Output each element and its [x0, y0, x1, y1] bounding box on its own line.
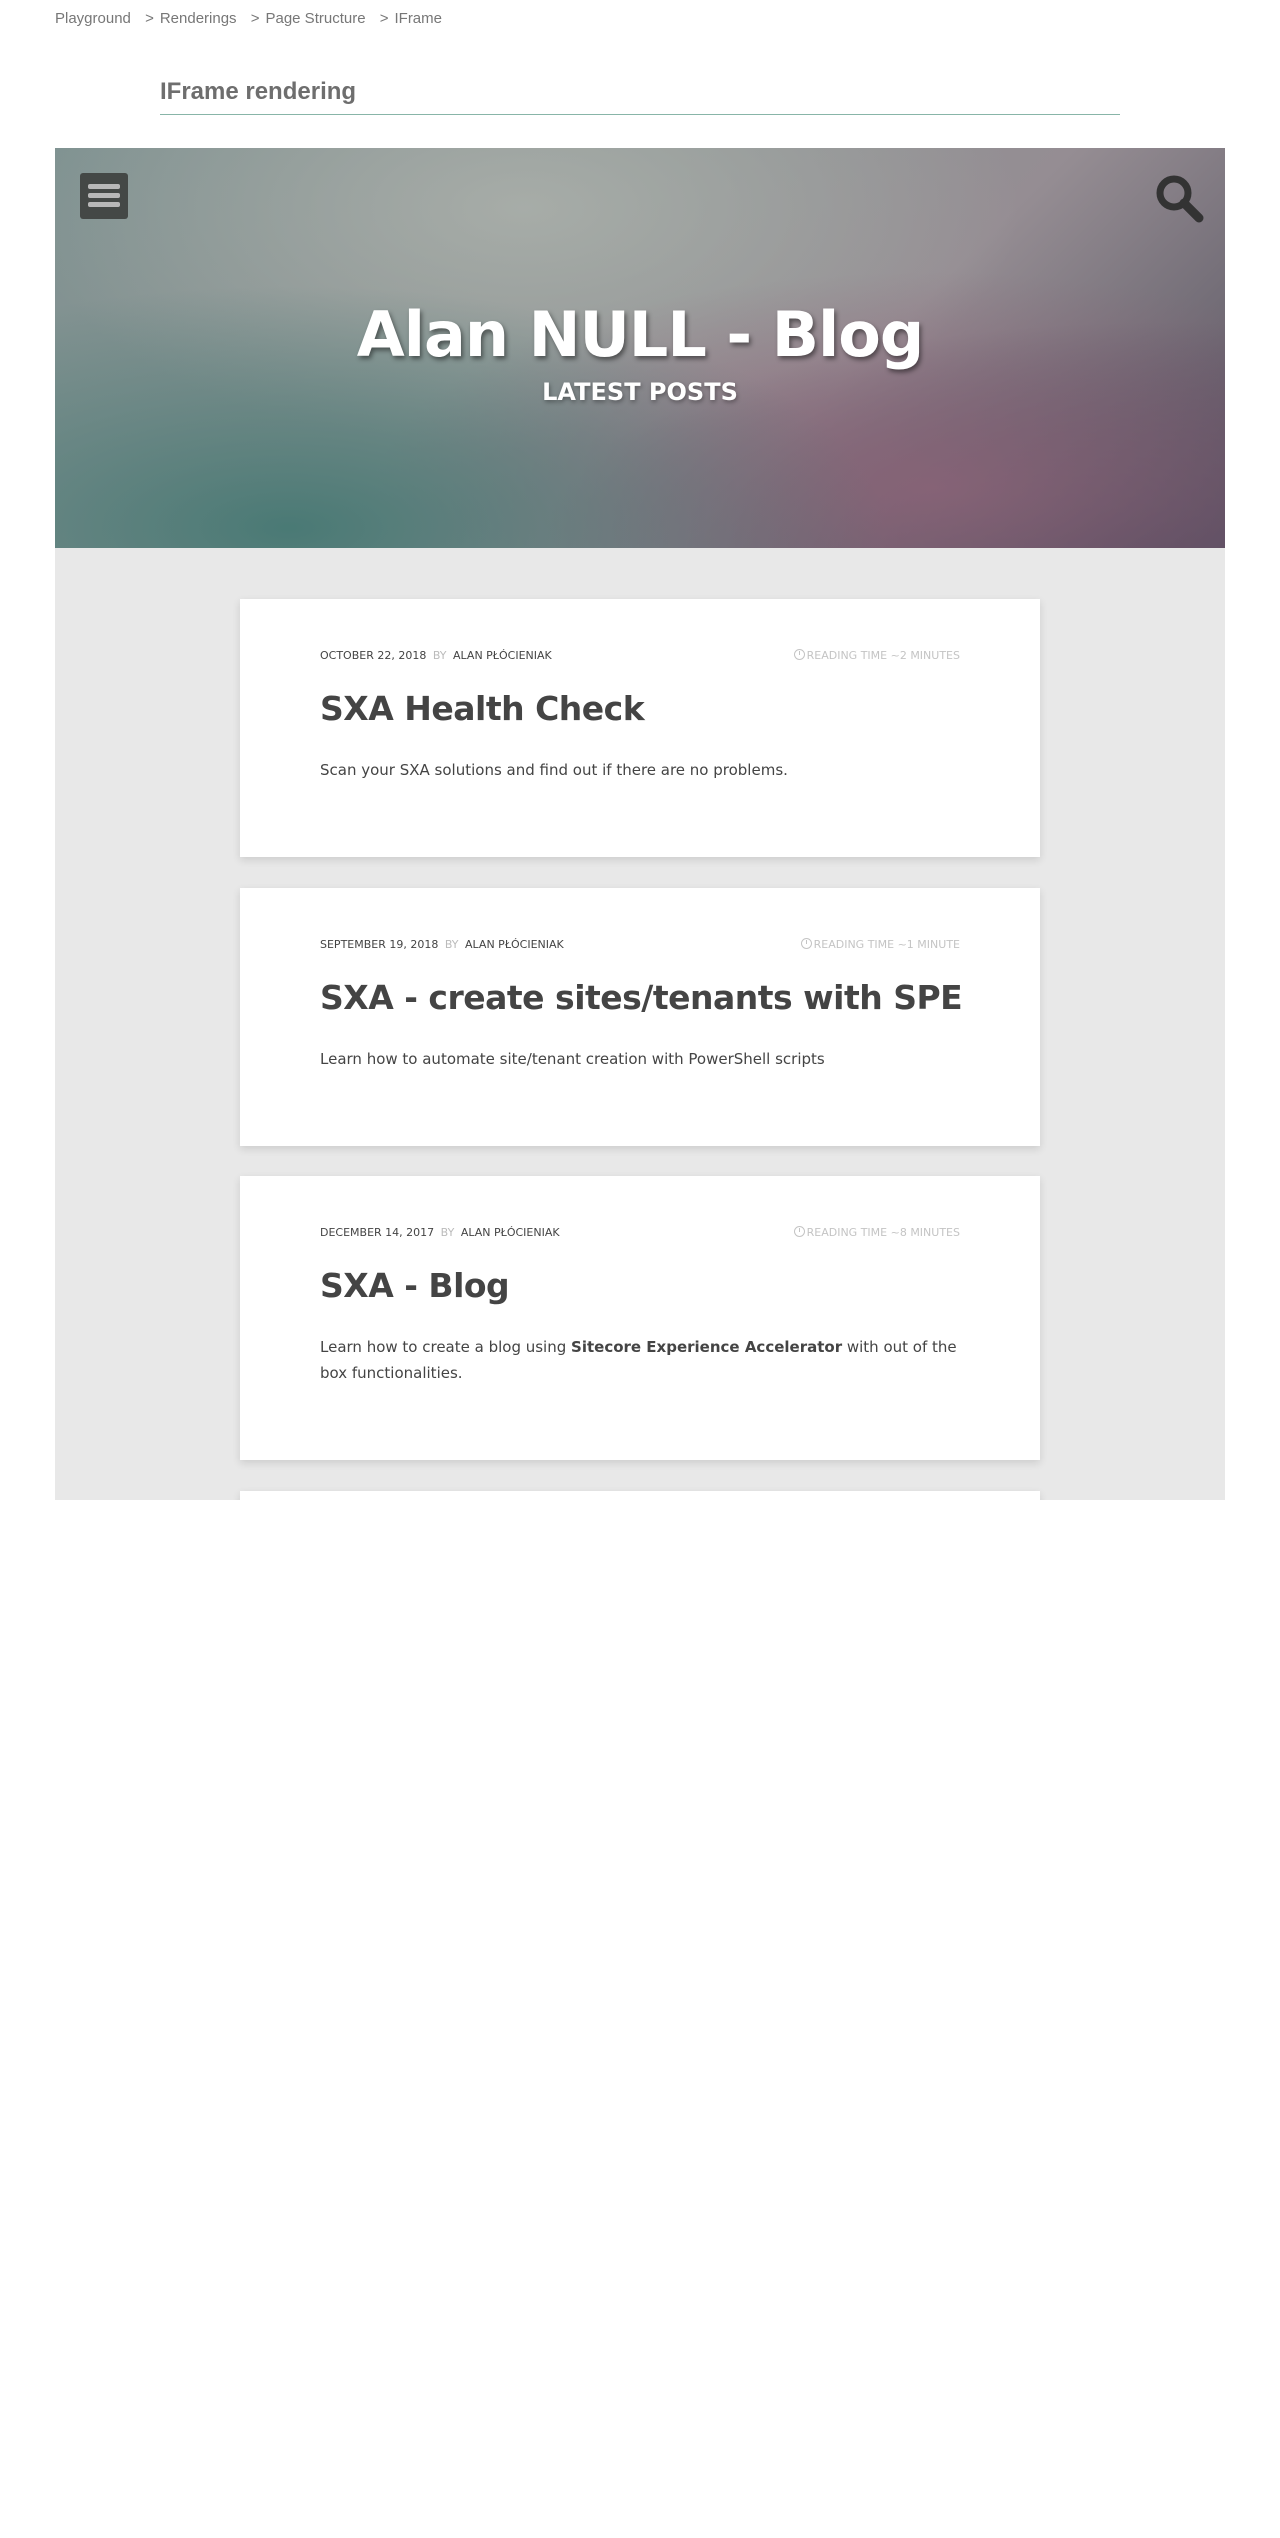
post-excerpt-text: Learn how to create a blog using: [320, 1338, 572, 1356]
breadcrumb-separator: >: [250, 10, 260, 27]
post-excerpt: Scan your SXA solutions and find out if …: [320, 757, 960, 783]
post-title[interactable]: SXA - Blog: [320, 1266, 510, 1305]
clock-icon: [793, 649, 805, 660]
breadcrumb-item-playground[interactable]: Playground: [55, 10, 131, 27]
post-card: SEPTEMBER 19, 2018 BY ALAN PŁÓCIENIAK RE…: [240, 888, 1040, 1146]
reading-time: READING TIME ~8 MINUTES: [793, 1226, 960, 1239]
post-card: DECEMBER 14, 2017 BY ALAN PŁÓCIENIAK REA…: [240, 1176, 1040, 1460]
blog-hero: Alan NULL - Blog LATEST POSTS: [55, 148, 1225, 548]
post-title[interactable]: SXA - create sites/tenants with SPE: [320, 978, 963, 1017]
post-excerpt-bold: Sitecore Experience Accelerator: [571, 1338, 843, 1356]
breadcrumb-item-iframe[interactable]: IFrame: [394, 10, 442, 27]
search-icon[interactable]: [1153, 172, 1205, 224]
post-excerpt: Learn how to automate site/tenant creati…: [320, 1046, 960, 1072]
post-title[interactable]: SXA Health Check: [320, 689, 645, 728]
reading-time: READING TIME ~1 MINUTE: [800, 938, 960, 951]
post-excerpt: Learn how to create a blog using Sitecor…: [320, 1334, 960, 1386]
page-title: IFrame rendering: [160, 78, 357, 105]
post-date: SEPTEMBER 19, 2018: [320, 938, 439, 951]
post-by-label: BY: [444, 938, 459, 951]
clock-icon: [793, 1226, 805, 1237]
post-excerpt-text: Learn how to automate site/tenant creati…: [320, 1050, 825, 1068]
reading-time-label: READING TIME ~1 MINUTE: [813, 938, 960, 951]
breadcrumb-separator: >: [145, 10, 154, 27]
post-meta: SEPTEMBER 19, 2018 BY ALAN PŁÓCIENIAK RE…: [320, 938, 960, 951]
page-heading-container: IFrame rendering: [160, 78, 1120, 115]
post-card: OCTOBER 22, 2018 BY ALAN PŁÓCIENIAK READ…: [240, 599, 1040, 857]
clock-icon: [800, 938, 812, 949]
post-excerpt-text: Scan your SXA solutions and find out if …: [320, 761, 788, 779]
post-author[interactable]: ALAN PŁÓCIENIAK: [461, 1226, 560, 1239]
blog-subtitle: LATEST POSTS: [542, 378, 738, 406]
reading-time-label: READING TIME ~2 MINUTES: [806, 649, 960, 662]
breadcrumb: Playground > Renderings > Page Structure >…: [55, 10, 442, 27]
post-meta: OCTOBER 22, 2018 BY ALAN PŁÓCIENIAK READ…: [320, 649, 960, 662]
hamburger-menu-icon[interactable]: [80, 173, 128, 219]
breadcrumb-item-renderings[interactable]: Renderings: [160, 10, 237, 27]
post-author[interactable]: ALAN PŁÓCIENIAK: [465, 938, 564, 951]
post-by-label: BY: [440, 1226, 455, 1239]
post-meta: DECEMBER 14, 2017 BY ALAN PŁÓCIENIAK REA…: [320, 1226, 960, 1239]
breadcrumb-separator: >: [379, 10, 389, 27]
iframe-content[interactable]: Alan NULL - Blog LATEST POSTS OCTOBER 22…: [55, 148, 1225, 1500]
post-by-label: BY: [432, 649, 447, 662]
blog-title: Alan NULL - Blog: [356, 298, 924, 371]
breadcrumb-item-page-structure[interactable]: Page Structure: [265, 10, 365, 27]
post-card: [240, 1491, 1040, 1500]
post-author[interactable]: ALAN PŁÓCIENIAK: [453, 649, 552, 662]
post-date: DECEMBER 14, 2017: [320, 1226, 435, 1239]
post-date: OCTOBER 22, 2018: [320, 649, 427, 662]
reading-time-label: READING TIME ~8 MINUTES: [806, 1226, 960, 1239]
reading-time: READING TIME ~2 MINUTES: [793, 649, 960, 662]
